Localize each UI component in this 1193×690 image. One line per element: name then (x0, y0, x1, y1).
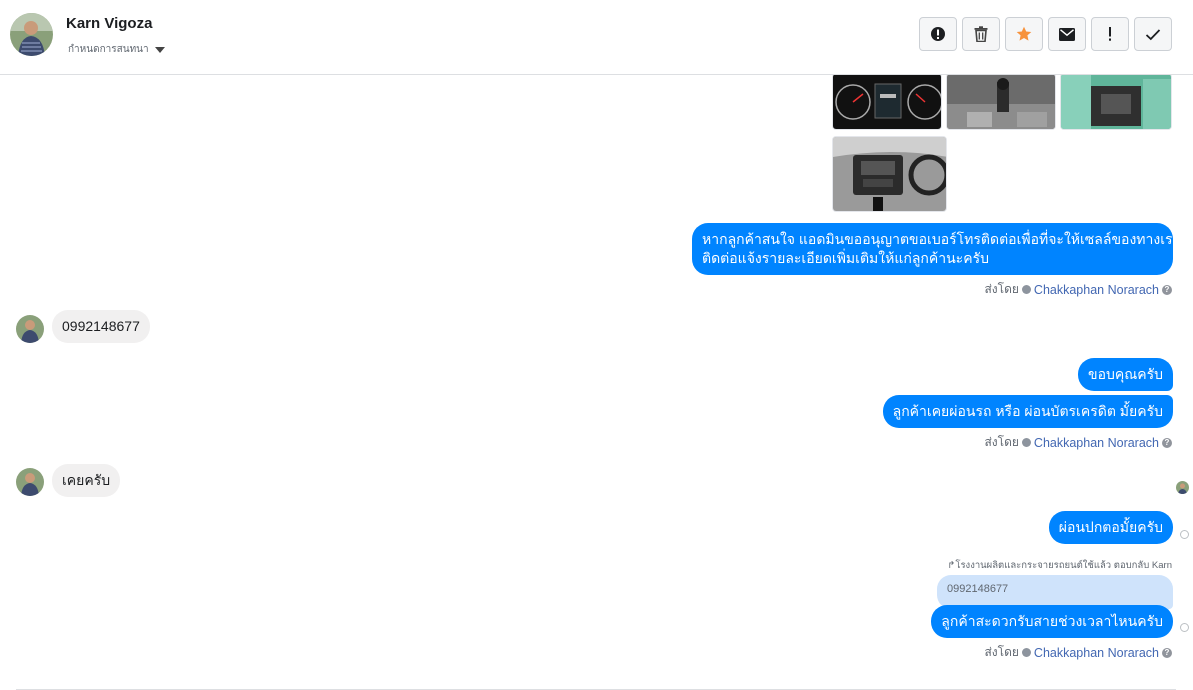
sent-status-icon (1180, 530, 1189, 539)
report-button[interactable] (919, 17, 957, 51)
help-icon[interactable]: ? (1162, 284, 1172, 295)
sent-by-prefix: ส่งโดย (984, 435, 1019, 449)
checkmark-icon (1145, 28, 1161, 40)
reply-context-note: ↱โรงงานผลิตและกระจายรถยนต์ใช้แล้ว ตอบกลั… (947, 558, 1172, 573)
message-text: ลูกค้าเคยผ่อนรถ หรือ ผ่อนบัตรเครดิต มั้ย… (892, 403, 1163, 419)
sender-avatar[interactable] (16, 468, 44, 496)
outgoing-message[interactable]: ผ่อนปกตอมั้ยครับ (1048, 511, 1173, 544)
message-text: ขอบคุณครับ (1088, 366, 1163, 382)
verified-icon (1021, 438, 1031, 447)
contact-avatar[interactable] (10, 13, 53, 56)
label-select-text: กำหนดการสนทนา (68, 44, 149, 55)
message-text: ลูกค้าสะดวกรับสายช่วงเวลาไหนครับ (941, 613, 1163, 629)
exclamation-icon (1109, 27, 1111, 41)
incoming-message[interactable]: 0992148677 (52, 310, 150, 343)
message-text-line-1: หากลูกค้าสนใจ แอดมินขออนุญาตขอเบอร์โทรติ… (702, 231, 1181, 247)
seen-avatar (1176, 481, 1189, 494)
quoted-text: 0992148677 (947, 583, 1009, 595)
conversation-label-dropdown[interactable]: กำหนดการสนทนา (68, 42, 165, 57)
verified-icon (1021, 285, 1031, 294)
delete-button[interactable] (962, 17, 1000, 51)
sent-by-prefix: ส่งโดย (984, 282, 1019, 296)
chevron-down-icon (154, 46, 165, 53)
outgoing-message[interactable]: ลูกค้าเคยผ่อนรถ หรือ ผ่อนบัตรเครดิต มั้ย… (882, 395, 1173, 428)
star-icon (1016, 26, 1032, 41)
outgoing-message[interactable]: ลูกค้าสะดวกรับสายช่วงเวลาไหนครับ (931, 605, 1173, 638)
message-text: ผ่อนปกตอมั้ยครับ (1058, 519, 1163, 535)
envelope-icon (1059, 27, 1075, 41)
incoming-message[interactable]: เคยครับ (52, 464, 121, 497)
car-dashboard-photo[interactable] (832, 75, 942, 130)
message-text: เคยครับ (62, 472, 111, 488)
done-button[interactable] (1134, 17, 1172, 51)
sent-by-row: ส่งโดย Chakkaphan Norarach ? (984, 280, 1172, 299)
help-icon[interactable]: ? (1162, 647, 1172, 658)
car-gearshift-photo[interactable] (946, 75, 1056, 130)
message-text: 0992148677 (62, 318, 140, 334)
agent-name-link[interactable]: Chakkaphan Norarach (1034, 283, 1159, 297)
alert-circle-icon (931, 27, 945, 41)
sent-by-prefix: ส่งโดย (984, 645, 1019, 659)
conversation-toolbar (919, 17, 1172, 51)
contact-name: Karn Vigoza (66, 15, 153, 32)
important-button[interactable] (1091, 17, 1129, 51)
agent-name-link[interactable]: Chakkaphan Norarach (1034, 436, 1159, 450)
star-button[interactable] (1005, 17, 1043, 51)
message-text-line-2: ติดต่อแจ้งรายละเอียดเพิ่มเติมให้แก่ลูกค้… (702, 250, 989, 266)
conversation-header: Karn Vigoza กำหนดการสนทนา (0, 0, 1193, 75)
trash-icon (974, 26, 988, 42)
sender-avatar[interactable] (16, 315, 44, 343)
car-interior-photo[interactable] (1060, 75, 1172, 130)
outgoing-message[interactable]: หากลูกค้าสนใจ แอดมินขออนุญาตขอเบอร์โทรติ… (692, 223, 1181, 275)
sent-status-icon (1180, 623, 1189, 632)
mark-unread-button[interactable] (1048, 17, 1086, 51)
help-icon[interactable]: ? (1162, 437, 1172, 448)
quoted-message[interactable]: 0992148677 (937, 575, 1173, 609)
car-console-photo[interactable] (832, 136, 947, 212)
message-thread[interactable]: หากลูกค้าสนใจ แอดมินขออนุญาตขอเบอร์โทรติ… (0, 75, 1193, 690)
outgoing-message[interactable]: ขอบคุณครับ (1078, 358, 1173, 391)
verified-icon (1021, 648, 1031, 657)
sent-by-row: ส่งโดย Chakkaphan Norarach ? (984, 643, 1172, 662)
sent-by-row: ส่งโดย Chakkaphan Norarach ? (984, 433, 1172, 452)
agent-name-link[interactable]: Chakkaphan Norarach (1034, 646, 1159, 660)
reply-note-text: โรงงานผลิตและกระจายรถยนต์ใช้แล้ว ตอบกลับ… (955, 560, 1172, 571)
